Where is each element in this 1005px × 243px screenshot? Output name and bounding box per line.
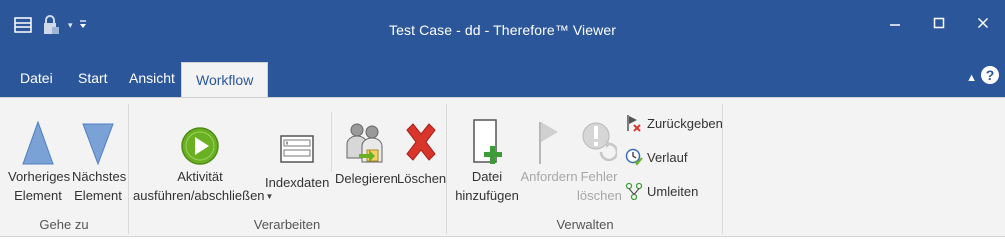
request-button[interactable]: Anfordern xyxy=(519,106,579,185)
help-icon[interactable]: ? xyxy=(981,66,999,84)
run-activity-button[interactable]: Aktivität ausführen/abschließen▼ xyxy=(133,106,273,205)
return-button[interactable]: Zurückgeben xyxy=(625,114,723,132)
indexdata-button[interactable]: Indexdaten xyxy=(265,106,329,191)
index-form-icon xyxy=(265,106,329,166)
delegate-button[interactable]: Delegieren xyxy=(335,106,398,187)
redirect-button[interactable]: Umleiten xyxy=(625,182,698,200)
add-file-button[interactable]: Datei hinzufügen xyxy=(455,106,519,204)
ribbon: Vorheriges Element Nächstes Element Gehe… xyxy=(0,97,1005,237)
tab-workflow[interactable]: Workflow xyxy=(181,62,269,98)
tab-start[interactable]: Start xyxy=(64,60,122,97)
previous-element-button[interactable]: Vorheriges Element xyxy=(8,106,71,204)
group-label-gehe-zu: Gehe zu xyxy=(39,217,89,232)
group-separator xyxy=(722,104,723,234)
delegate-label: Delegieren xyxy=(335,171,398,186)
history-clock-icon xyxy=(625,148,643,166)
window-title: Test Case - dd - Therefore™ Viewer xyxy=(389,22,616,38)
previous-element-label-2: Element xyxy=(14,188,62,203)
redirect-branch-icon xyxy=(625,182,643,200)
history-button[interactable]: Verlauf xyxy=(625,148,687,166)
down-triangle-icon xyxy=(72,106,124,166)
play-icon xyxy=(133,106,267,166)
indexdata-label: Indexdaten xyxy=(265,175,330,190)
add-file-label-1: Datei xyxy=(471,169,503,184)
title-bar: ▾ Test Case - dd - Therefore™ Viewer xyxy=(0,0,1005,60)
delete-error-button[interactable]: Fehler löschen xyxy=(577,106,622,204)
return-flag-icon xyxy=(625,114,643,132)
request-label: Anfordern xyxy=(520,169,578,184)
group-verarbeiten: Aktivität ausführen/abschließen▼ Indexda… xyxy=(129,98,447,238)
error-clear-icon xyxy=(577,106,621,166)
return-label: Zurückgeben xyxy=(647,115,723,131)
previous-element-label-1: Vorheriges xyxy=(8,169,71,184)
content-area xyxy=(0,237,1005,243)
redirect-label: Umleiten xyxy=(647,183,699,199)
delegate-users-icon xyxy=(335,106,395,166)
run-activity-label-2: ausführen/abschließen xyxy=(133,188,265,203)
tab-datei[interactable]: Datei xyxy=(6,60,67,97)
delete-label: Löschen xyxy=(397,171,447,186)
window-controls xyxy=(873,8,1005,38)
next-element-label-1: Nächstes xyxy=(72,169,127,184)
tab-ansicht[interactable]: Ansicht xyxy=(115,60,189,97)
up-triangle-icon xyxy=(8,106,68,166)
group-verwalten: Datei hinzufügen Anfordern Fehler lösche… xyxy=(447,98,723,238)
group-gehe-zu: Vorheriges Element Nächstes Element Gehe… xyxy=(0,98,128,238)
delete-error-label-2: löschen xyxy=(577,188,622,203)
flag-icon xyxy=(519,106,579,166)
add-file-icon xyxy=(455,106,519,166)
next-element-label-2: Element xyxy=(74,188,122,203)
delete-error-label-1: Fehler xyxy=(580,169,618,184)
next-element-button[interactable]: Nächstes Element xyxy=(72,106,127,204)
minimize-icon[interactable] xyxy=(873,8,917,38)
group-label-verwalten: Verwalten xyxy=(556,217,614,232)
chevron-down-icon[interactable]: ▼ xyxy=(266,192,274,201)
collapse-ribbon-icon[interactable]: ▲ xyxy=(966,72,977,84)
close-icon[interactable] xyxy=(961,8,1005,38)
delete-button[interactable]: Löschen xyxy=(397,106,447,187)
history-label: Verlauf xyxy=(647,149,688,165)
maximize-icon[interactable] xyxy=(917,8,961,38)
ribbon-tab-row: Datei Start Ansicht Workflow ▲ ? xyxy=(0,60,1005,98)
group-label-verarbeiten: Verarbeiten xyxy=(253,217,321,232)
delete-x-icon xyxy=(397,106,445,166)
run-activity-label-1: Aktivität xyxy=(177,169,223,184)
add-file-label-2: hinzufügen xyxy=(455,188,519,203)
inner-separator xyxy=(331,112,332,172)
